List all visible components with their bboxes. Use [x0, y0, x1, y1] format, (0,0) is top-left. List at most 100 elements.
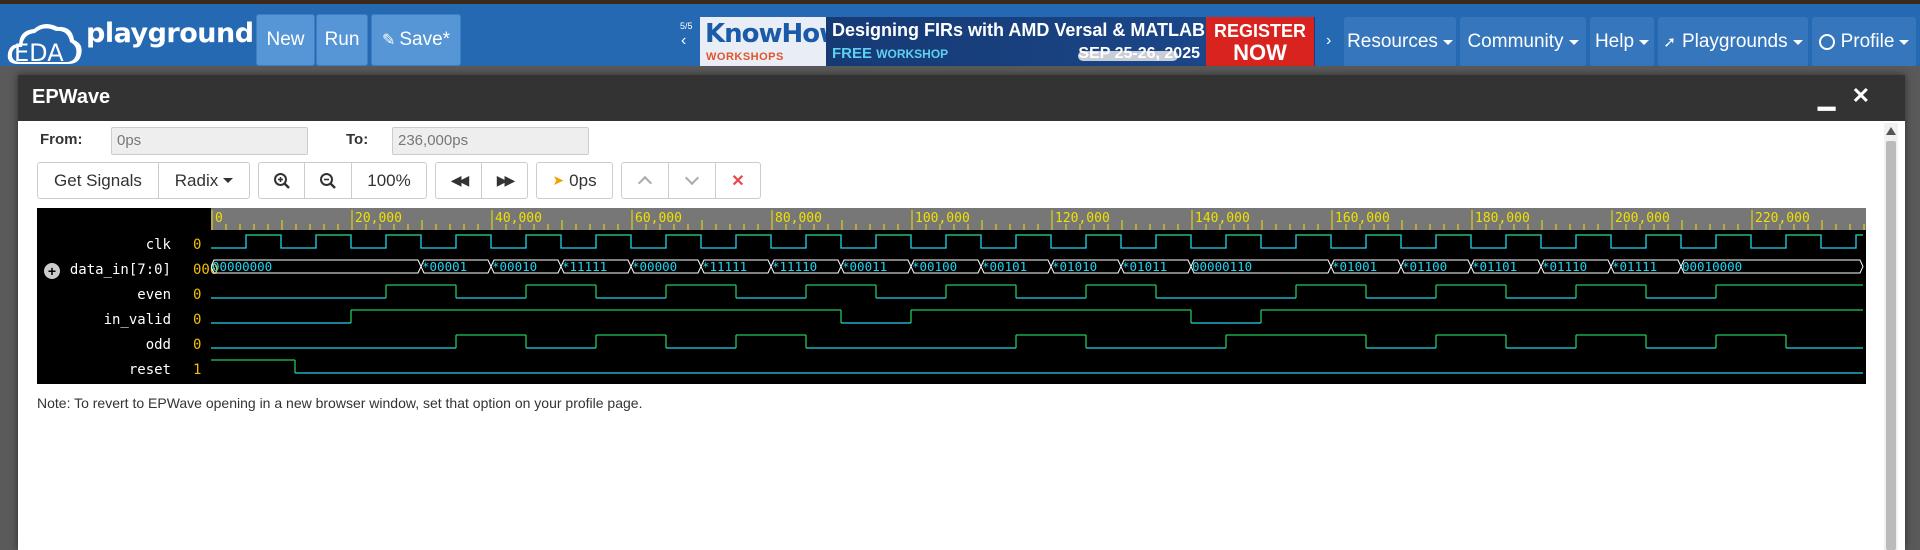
bus-value-label: *00011	[842, 259, 887, 274]
signal-name-clk[interactable]: clk	[37, 237, 171, 253]
nav-playgrounds-label: Playgrounds	[1681, 31, 1788, 52]
zoom-in-button[interactable]	[258, 162, 305, 199]
ad-headline: Designing FIRs with AMD Versal & MATLAB	[832, 20, 1206, 40]
ruler-label: 80,000	[775, 211, 822, 226]
ruler-label: 60,000	[635, 211, 682, 226]
time-cursor-label: 0ps	[569, 170, 597, 190]
rewind-icon: ◀◀	[450, 172, 469, 188]
radix-button[interactable]: Radix	[158, 162, 250, 199]
close-icon[interactable]: ✕	[1852, 83, 1870, 109]
bus-value-label: *01110	[1542, 259, 1587, 274]
top-navbar: EDA playground New Run ✎ Save* 5/5 ‹ Know…	[0, 0, 1920, 68]
signal-names-column: clk 0 + data_in[7:0] 000 even 0 in_valid…	[37, 208, 218, 384]
fast-forward-button[interactable]: ▶▶	[481, 162, 528, 199]
prev-edge-button[interactable]	[621, 162, 669, 199]
bus-value-label: *01001	[1332, 259, 1377, 274]
nav-playgrounds[interactable]: ➚ Playgrounds	[1658, 17, 1808, 67]
scroll-up-icon[interactable]	[1886, 127, 1896, 135]
user-circle-icon	[1818, 34, 1835, 50]
nav-profile[interactable]: Profile	[1812, 17, 1916, 67]
ruler-label: 0	[215, 211, 223, 226]
from-input[interactable]: 0ps	[111, 127, 308, 155]
minimize-icon[interactable]: ▁	[1818, 85, 1835, 111]
save-button[interactable]: ✎ Save*	[371, 14, 461, 66]
bus-value-label: 00000000	[212, 259, 272, 274]
nav-help[interactable]: Help	[1590, 17, 1654, 67]
zoom-in-icon	[273, 172, 290, 189]
signal-name-in-valid[interactable]: in_valid	[37, 312, 171, 328]
bus-value-label: *01111	[1612, 259, 1657, 274]
bus-value-label: *00101	[982, 259, 1027, 274]
clk-wave	[211, 234, 1863, 249]
ad-brand: KnowHow	[705, 19, 843, 49]
run-button[interactable]: Run	[316, 14, 368, 66]
ad-free: FREE	[832, 45, 873, 62]
zoom-level[interactable]: 100%	[351, 162, 427, 199]
nav-help-label: Help	[1594, 31, 1635, 52]
bus-value-label: *01100	[1402, 259, 1447, 274]
ruler-label: 120,000	[1055, 211, 1110, 226]
ruler-label: 20,000	[355, 211, 402, 226]
modal-title: EPWave	[32, 86, 111, 108]
ruler-label: 100,000	[915, 211, 970, 226]
signal-name-data-in[interactable]: data_in[7:0]	[37, 262, 171, 278]
time-ruler[interactable]: 0 20,000 40,000 60,000 80,000 100,000 120,000 1…	[211, 208, 1866, 230]
fast-forward-icon: ▶▶	[496, 172, 515, 188]
ad-free-line: FREE WORKSHOP	[832, 45, 948, 62]
new-button[interactable]: New	[256, 14, 315, 66]
ad-workshop: WORKSHOP	[876, 47, 949, 61]
waveform-panel[interactable]: clk 0 + data_in[7:0] 000 even 0 in_valid…	[37, 208, 1866, 384]
pencil-icon: ✎	[381, 32, 396, 49]
time-cursor-button[interactable]: ➤ 0ps	[536, 162, 613, 199]
ruler-label: 40,000	[495, 211, 542, 226]
signal-name-even[interactable]: even	[37, 287, 171, 303]
bus-value-label: *11110	[772, 259, 817, 274]
to-label: To:	[346, 131, 369, 148]
nav-resources[interactable]: Resources	[1344, 17, 1456, 67]
ad-prev-icon[interactable]: ‹	[681, 32, 686, 50]
rewind-button[interactable]: ◀◀	[435, 162, 482, 199]
nav-resources-label: Resources	[1347, 31, 1438, 52]
signal-name-odd[interactable]: odd	[37, 337, 171, 353]
bus-value-label: 00010000	[1682, 259, 1742, 274]
signal-value-odd: 0	[193, 337, 202, 353]
bus-value-label: *01011	[1122, 259, 1167, 274]
signal-name-reset[interactable]: reset	[37, 362, 171, 378]
ad-brand-sub: WORKSHOPS	[706, 51, 784, 63]
run-button-label: Run	[324, 29, 360, 50]
from-label: From:	[40, 131, 83, 148]
ad-next-icon[interactable]: ›	[1326, 32, 1331, 50]
bus-value-label: *00100	[912, 259, 957, 274]
scroll-thumb[interactable]	[1886, 141, 1896, 550]
chevron-up-icon	[637, 175, 653, 191]
clear-button[interactable]: ✕	[715, 162, 761, 199]
signal-value-in-valid: 0	[193, 312, 202, 328]
get-signals-button[interactable]: Get Signals	[37, 162, 159, 199]
bus-value-label: *11111	[702, 259, 747, 274]
ad-counter: 5/5	[680, 21, 693, 31]
bus-value-label: *01101	[1472, 259, 1517, 274]
ruler-label: 160,000	[1335, 211, 1390, 226]
chevron-down-icon	[684, 170, 700, 186]
modal-header: EPWave ▁ ✕	[18, 75, 1905, 121]
zoom-out-icon	[320, 172, 336, 189]
caret-down-icon	[223, 178, 234, 183]
next-edge-button[interactable]	[668, 162, 716, 199]
ad-register-button[interactable]: REGISTER NOW	[1206, 17, 1314, 67]
caret-down-icon	[1792, 39, 1803, 45]
bus-value-label: *00001	[422, 259, 467, 274]
location-arrow-icon: ➤	[552, 172, 565, 188]
zoom-out-button[interactable]	[304, 162, 352, 199]
rocket-icon: ➚	[1663, 34, 1676, 51]
nav-community[interactable]: Community	[1460, 17, 1586, 67]
bus-value-label: *00000	[632, 259, 677, 274]
ad-brand-block: KnowHow WORKSHOPS	[700, 17, 843, 67]
caret-down-icon	[1899, 39, 1910, 45]
bus-value-label: *00010	[492, 259, 537, 274]
signal-value-clk: 0	[193, 237, 202, 253]
vertical-scrollbar[interactable]	[1884, 123, 1898, 550]
eda-playground-logo[interactable]: EDA playground	[6, 12, 254, 68]
to-input[interactable]: 236,000ps	[392, 127, 589, 155]
ad-banner[interactable]: KnowHow WORKSHOPS Designing FIRs with AM…	[700, 17, 1315, 67]
ad-dates: SEP 25-26, 2025	[1078, 45, 1200, 62]
